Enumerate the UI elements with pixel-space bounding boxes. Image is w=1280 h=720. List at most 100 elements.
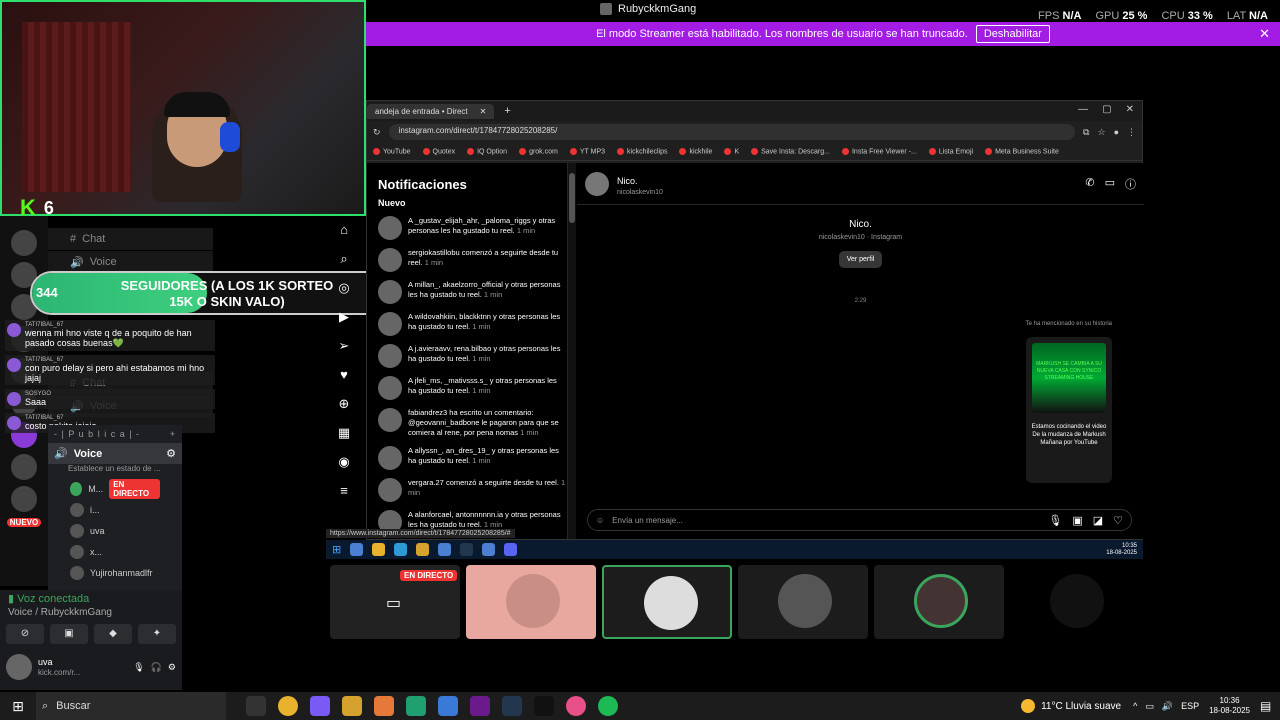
reload-icon[interactable]: ↻ bbox=[373, 127, 381, 138]
activity-icon[interactable]: ◆ bbox=[94, 624, 132, 644]
new-tab-icon[interactable]: + bbox=[504, 105, 510, 117]
heart-icon[interactable]: ♥ bbox=[333, 367, 355, 396]
bookmark-item[interactable]: Save Insta: Descarg... bbox=[751, 147, 830, 155]
emoji-icon[interactable]: ☺ bbox=[596, 516, 604, 525]
notification-icon[interactable]: ▤ bbox=[1260, 699, 1280, 713]
app-icon[interactable] bbox=[470, 696, 490, 716]
voice-channel[interactable]: 🔊 Voice ⚙ bbox=[48, 443, 182, 464]
avatar[interactable] bbox=[585, 171, 609, 196]
scrollbar-thumb[interactable] bbox=[569, 173, 575, 223]
spotify-icon[interactable] bbox=[598, 696, 618, 716]
scrollbar[interactable] bbox=[568, 163, 576, 539]
bookmark-item[interactable]: YT MP3 bbox=[569, 147, 605, 155]
notification-item[interactable]: A jfeli_ms, _mativsss.s_ y otras persona… bbox=[378, 376, 567, 400]
microphone-icon[interactable]: 🎙 bbox=[1048, 514, 1062, 527]
bookmark-item[interactable]: grok.com bbox=[519, 147, 558, 155]
task-view-icon[interactable] bbox=[246, 696, 266, 716]
headphones-icon[interactable]: 🎧 bbox=[151, 662, 162, 673]
home-icon[interactable]: ⌂ bbox=[333, 222, 355, 251]
search-icon[interactable]: ⌕ bbox=[333, 251, 355, 280]
notification-item[interactable]: vergara.27 comenzó a seguirte desde tu r… bbox=[378, 478, 567, 502]
view-profile-button[interactable]: Ver perfil bbox=[838, 251, 883, 268]
phone-icon[interactable]: ✆ bbox=[1085, 176, 1094, 192]
voice-connected-channel[interactable]: Voice / RubyckkmGang bbox=[0, 607, 182, 618]
weather-widget[interactable]: 11°C Lluvia suave bbox=[1021, 699, 1121, 713]
video-icon[interactable]: ▭ bbox=[1105, 176, 1115, 192]
bookmark-item[interactable]: kickchileclips bbox=[617, 147, 667, 155]
app-icon[interactable] bbox=[438, 696, 458, 716]
bookmark-item[interactable]: IQ Option bbox=[467, 147, 507, 155]
user-tile[interactable] bbox=[874, 565, 1004, 639]
bookmark-item[interactable]: Meta Business Suite bbox=[985, 147, 1059, 155]
disable-streamer-button[interactable]: Deshabilitar bbox=[975, 25, 1050, 43]
reels-icon[interactable]: ▶ bbox=[333, 309, 355, 338]
taskbar-search[interactable]: ⌕ Buscar bbox=[36, 692, 226, 720]
bookmark-item[interactable]: Insta Free Viewer -... bbox=[841, 147, 917, 155]
voice-user[interactable]: M... EN DIRECTO bbox=[48, 478, 182, 499]
messages-icon[interactable]: ➢ bbox=[333, 338, 355, 367]
minimize-icon[interactable]: — bbox=[1078, 104, 1088, 115]
app-icon[interactable] bbox=[310, 696, 330, 716]
avatar[interactable] bbox=[6, 654, 32, 680]
explore-icon[interactable]: ◎ bbox=[333, 280, 355, 309]
notification-item[interactable]: A allyssn_, an_dres_19_ y otras personas… bbox=[378, 446, 567, 470]
image-icon[interactable]: ▣ bbox=[1072, 514, 1082, 527]
voice-user[interactable]: Yujirohanmadlfr bbox=[48, 562, 182, 583]
close-icon[interactable]: ✕ bbox=[1259, 26, 1270, 42]
server-icon[interactable] bbox=[11, 486, 37, 512]
volume-icon[interactable]: 🔊 bbox=[1162, 701, 1173, 712]
maximize-icon[interactable]: ▢ bbox=[1102, 104, 1111, 115]
close-icon[interactable]: ✕ bbox=[1126, 104, 1134, 115]
windows-start-icon[interactable]: ⊞ bbox=[0, 698, 36, 715]
notification-item[interactable]: A _gustav_elijah_ahr, _paloma_riggs y ot… bbox=[378, 216, 567, 240]
steam-icon[interactable] bbox=[502, 696, 522, 716]
add-icon[interactable]: + bbox=[170, 429, 176, 439]
gear-icon[interactable]: ⚙ bbox=[168, 662, 176, 673]
notification-item[interactable]: A wildovahkiin, blackktnn y otras person… bbox=[378, 312, 567, 336]
create-icon[interactable]: ⊕ bbox=[333, 396, 355, 425]
meta-icon[interactable]: ◉ bbox=[333, 454, 355, 483]
network-icon[interactable]: ▭ bbox=[1145, 701, 1154, 712]
server-icon[interactable] bbox=[11, 230, 37, 256]
notification-item[interactable]: sergiokastillobu comenzó a seguirte desd… bbox=[378, 248, 567, 272]
server-icon[interactable] bbox=[11, 454, 37, 480]
sticker-icon[interactable]: ◪ bbox=[1093, 514, 1103, 527]
close-icon[interactable]: ✕ bbox=[480, 107, 487, 116]
chrome-icon[interactable] bbox=[278, 696, 298, 716]
user-tile[interactable] bbox=[602, 565, 732, 639]
camera-off-icon[interactable]: ⊘ bbox=[6, 624, 44, 644]
clock[interactable]: 10:36 18-08-2025 bbox=[1209, 696, 1250, 716]
menu-icon[interactable]: ≡ bbox=[333, 483, 355, 512]
bookmark-item[interactable]: K bbox=[724, 147, 739, 155]
app-icon[interactable] bbox=[374, 696, 394, 716]
app-icon[interactable] bbox=[566, 696, 586, 716]
bookmark-item[interactable]: Quotex bbox=[422, 147, 455, 155]
stream-tile[interactable]: EN DIRECTO ▭ bbox=[330, 565, 460, 639]
gear-icon[interactable]: ⚙ bbox=[166, 447, 176, 460]
info-icon[interactable]: ⓘ bbox=[1125, 176, 1136, 192]
user-tile[interactable] bbox=[466, 565, 596, 639]
voice-user[interactable]: i... bbox=[48, 499, 182, 520]
bookmark-item[interactable]: YouTube bbox=[373, 147, 411, 155]
message-input[interactable]: Envía un mensaje... bbox=[612, 516, 1040, 525]
folder-icon[interactable] bbox=[342, 696, 362, 716]
bookmark-item[interactable]: Lista Emoji bbox=[928, 147, 973, 155]
epic-icon[interactable] bbox=[534, 696, 554, 716]
kebab-menu-icon[interactable]: ⋮ bbox=[1127, 127, 1136, 138]
notification-item[interactable]: fabiandrez3 ha escrito un comentario: @g… bbox=[378, 408, 567, 438]
user-tile[interactable] bbox=[738, 565, 868, 639]
dashboard-icon[interactable]: ▦ bbox=[333, 425, 355, 454]
language-indicator[interactable]: ESP bbox=[1181, 701, 1199, 711]
microphone-icon[interactable]: 🎙 bbox=[133, 662, 144, 673]
screen-share-icon[interactable]: ▣ bbox=[50, 624, 88, 644]
channel-voice[interactable]: 🔊Voice bbox=[48, 251, 213, 273]
notification-item[interactable]: A j.avieraavv, rena.bilbao y otras perso… bbox=[378, 344, 567, 368]
bookmark-item[interactable]: kickhile bbox=[679, 147, 712, 155]
app-icon[interactable] bbox=[406, 696, 426, 716]
channel-chat[interactable]: #Chat bbox=[48, 228, 213, 250]
voice-user[interactable]: uva bbox=[48, 520, 182, 541]
soundboard-icon[interactable]: ✦ bbox=[138, 624, 176, 644]
user-tile[interactable] bbox=[1010, 565, 1140, 639]
install-icon[interactable]: ⧉ bbox=[1083, 127, 1089, 138]
heart-icon[interactable]: ♡ bbox=[1113, 514, 1123, 527]
